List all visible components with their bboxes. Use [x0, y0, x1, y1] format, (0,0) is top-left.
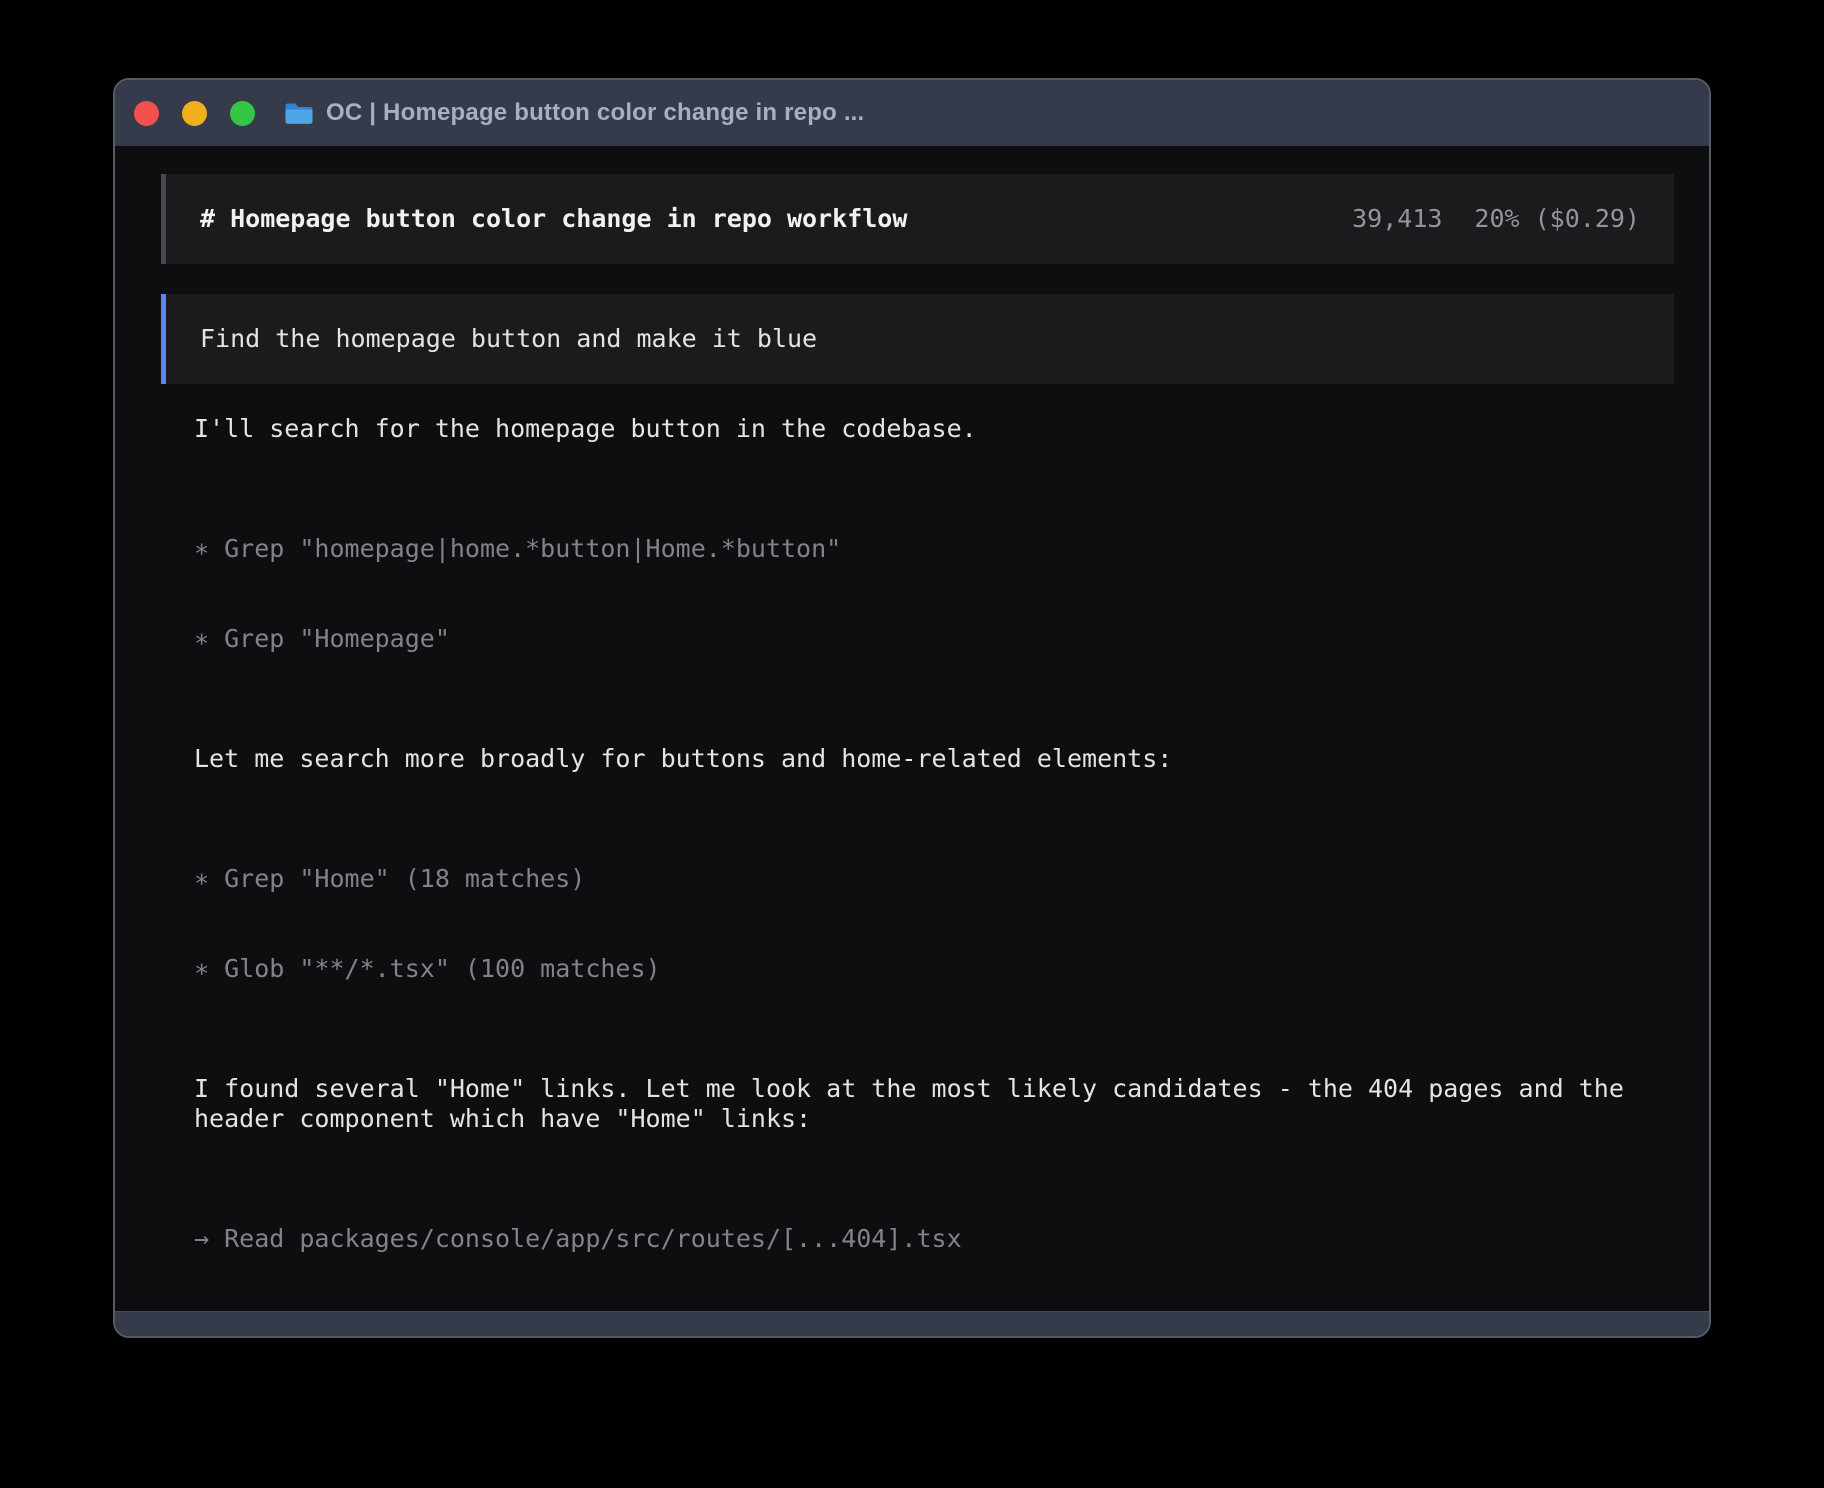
tool-call-grep: ∗ Grep "Home" (18 matches) [194, 864, 1684, 894]
tool-call-group: ∗ Grep "Home" (18 matches) ∗ Glob "**/*.… [194, 804, 1684, 1044]
terminal-window: OC | Homepage button color change in rep… [113, 78, 1711, 1338]
window-bottom-strip [115, 1311, 1709, 1336]
minimize-button[interactable] [182, 101, 207, 126]
session-header: # Homepage button color change in repo w… [161, 174, 1674, 264]
user-message-text: Find the homepage button and make it blu… [200, 324, 817, 354]
tool-call-glob: ∗ Glob "**/*.tsx" (100 matches) [194, 954, 1684, 984]
titlebar[interactable]: OC | Homepage button color change in rep… [115, 80, 1709, 146]
folder-icon [284, 102, 313, 125]
context-usage: 20% ($0.29) [1474, 204, 1640, 234]
tool-call-grep: ∗ Grep "Homepage" [194, 624, 1684, 654]
zoom-button[interactable] [230, 101, 255, 126]
close-button[interactable] [134, 101, 159, 126]
assistant-paragraph: I found several "Home" links. Let me loo… [194, 1074, 1684, 1134]
window-title: OC | Homepage button color change in rep… [326, 99, 864, 127]
titlebar-title-group: OC | Homepage button color change in rep… [284, 99, 864, 127]
tool-call-group: ∗ Grep "homepage|home.*button|Home.*butt… [194, 474, 1684, 714]
traffic-lights [134, 101, 255, 126]
assistant-transcript: I'll search for the homepage button in t… [194, 414, 1684, 1338]
tool-call-grep: ∗ Grep "homepage|home.*button|Home.*butt… [194, 534, 1684, 564]
session-title: # Homepage button color change in repo w… [200, 204, 907, 234]
token-count: 39,413 [1352, 204, 1442, 234]
tool-call-read: → Read packages/console/app/src/routes/[… [194, 1224, 1684, 1254]
assistant-paragraph: Let me search more broadly for buttons a… [194, 744, 1684, 774]
assistant-paragraph: I'll search for the homepage button in t… [194, 414, 1684, 444]
session-stats: 39,413 20% ($0.29) [1352, 204, 1640, 234]
terminal-content: # Homepage button color change in repo w… [115, 146, 1709, 1338]
user-message: Find the homepage button and make it blu… [161, 294, 1674, 384]
